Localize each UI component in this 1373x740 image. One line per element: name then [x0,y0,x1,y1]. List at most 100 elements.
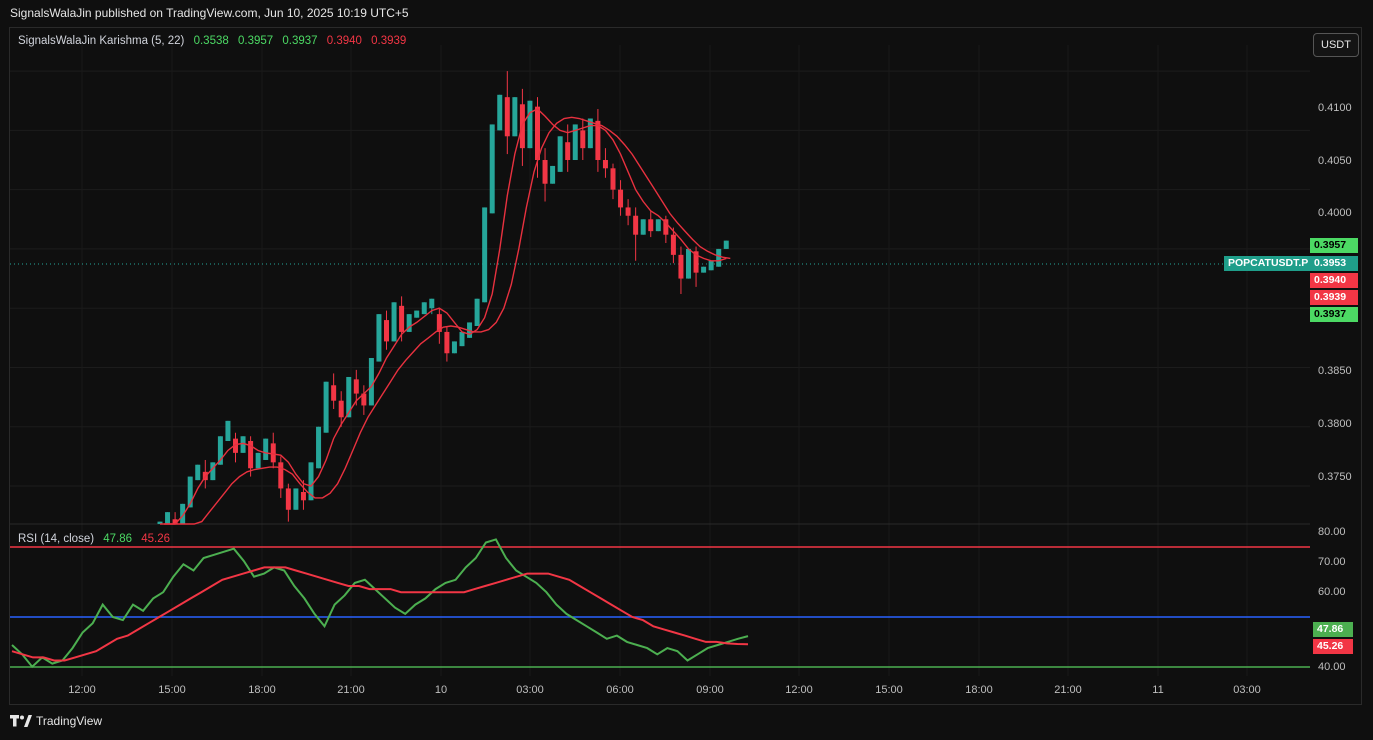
candle-body [323,381,329,433]
candle [263,438,269,460]
candle-body [648,219,654,232]
candle-body [338,400,344,418]
candle [391,302,397,342]
candle-body [489,124,495,214]
x-tick-label: 11 [1152,684,1164,696]
candle-body [331,385,337,401]
y-tick-label: 0.3750 [1318,471,1352,483]
x-tick-label: 03:00 [1233,684,1261,696]
candle-body [678,254,684,279]
indicator-name: SignalsWalaJin Karishma (5, 22) [18,35,185,47]
candle [504,71,510,155]
price-tag-red-1: 0.3940 [1310,273,1358,288]
candle-body [270,443,276,463]
price-tag-last: 0.3953 [1310,256,1358,271]
candle-body [285,488,291,510]
candle [414,310,420,318]
candle-body [610,168,616,190]
legend-value-2: 0.3957 [237,35,274,47]
candle-body [474,298,480,326]
candle [278,456,284,498]
rsi-tick-label: 40.00 [1318,661,1346,673]
candle [633,207,639,261]
candle [451,341,457,354]
candle [323,381,329,433]
candle-body [482,207,488,303]
candle [316,426,322,469]
rsi-tick-label: 70.00 [1318,556,1346,568]
x-tick-label: 12:00 [785,684,813,696]
chart-canvas[interactable] [0,0,1373,740]
rsi-tick-label: 60.00 [1318,586,1346,598]
candle-body [451,341,457,354]
candle [640,219,646,235]
candle [618,180,624,216]
symbol-tag: POPCATUSDT.P [1224,256,1313,271]
candle [444,325,450,362]
y-tick-label: 0.4050 [1318,155,1352,167]
candle [210,462,216,481]
candle-body [384,320,389,342]
x-tick-label: 21:00 [337,684,365,696]
candle-body [255,452,261,469]
candle [165,512,171,524]
candle [293,488,299,510]
currency-button[interactable]: USDT [1313,33,1359,57]
legend-value-3: 0.3937 [282,35,318,47]
candle [421,302,427,315]
candle [459,331,465,347]
candle [512,97,518,137]
candle-body [625,207,631,216]
candle [527,100,533,149]
candle-body [353,379,359,394]
rsi-value: 47.86 [103,533,133,545]
candle [693,246,699,287]
candle-body [421,302,427,315]
x-tick-label: 10 [434,684,448,696]
candle [655,219,661,232]
candle [361,385,367,415]
candle [285,483,291,522]
tradingview-footer[interactable]: TradingView [10,714,102,728]
candle-body [633,215,639,235]
candle-body [225,420,231,442]
candle-body [414,310,420,318]
candle-body [686,248,691,279]
candle-body [316,426,322,469]
x-tick-label: 09:00 [696,684,724,696]
candle [376,314,382,362]
rsi-tag-value: 47.86 [1313,622,1353,637]
candle-body [670,234,676,255]
x-tick-label: 12:00 [68,684,96,696]
candle-body [346,376,352,418]
candle-body [542,160,548,184]
candle-body [444,331,450,354]
x-tick-label: 21:00 [1054,684,1082,696]
candle [225,420,231,442]
candle-body [550,165,556,184]
y-tick-label: 0.4000 [1318,207,1352,219]
candle [557,136,563,172]
price-tag-high: 0.3957 [1310,238,1358,253]
candle [595,109,601,172]
candle-body [512,97,518,137]
candle [678,246,684,294]
x-tick-label: 06:00 [606,684,634,696]
candle [346,376,352,418]
candles-group [157,71,729,524]
tradingview-logo-icon [10,715,32,727]
candle [701,266,707,273]
x-tick-label: 15:00 [875,684,903,696]
candle-body [278,462,284,489]
candle-body [368,358,374,406]
candle-body [602,160,608,169]
candle-body [708,260,714,271]
candle [474,298,480,326]
candle-body [165,512,171,524]
candle-body [557,136,563,172]
legend-value-1: 0.3538 [193,35,229,47]
candle [331,373,337,409]
candle [580,118,586,161]
candle [610,163,616,200]
candle [195,464,201,481]
